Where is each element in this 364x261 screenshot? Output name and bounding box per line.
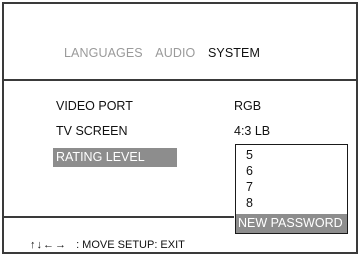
- setting-value-video-port: RGB: [234, 99, 262, 113]
- setup-menu: LANGUAGES AUDIO SYSTEM VIDEO PORT RGB TV…: [2, 2, 358, 254]
- dropdown-option-8[interactable]: 8: [246, 196, 253, 210]
- setting-label-rating-level[interactable]: RATING LEVEL: [56, 150, 145, 164]
- rating-level-dropdown[interactable]: 5 6 7 8 NEW PASSWORD: [235, 144, 348, 234]
- dropdown-option-6[interactable]: 6: [246, 164, 253, 178]
- dropdown-option-new-password[interactable]: NEW PASSWORD: [236, 214, 347, 233]
- move-hint: : MOVE: [76, 239, 115, 251]
- footer-hint: ↑↓←→ : MOVE SETUP: EXIT: [30, 239, 185, 251]
- setup-exit-hint: SETUP: EXIT: [117, 239, 185, 251]
- divider-bottom: [4, 216, 234, 218]
- tab-audio[interactable]: AUDIO: [155, 46, 195, 60]
- setting-label-tv-screen[interactable]: TV SCREEN: [56, 124, 128, 138]
- tab-languages[interactable]: LANGUAGES: [64, 46, 143, 60]
- divider-top: [4, 79, 356, 81]
- arrow-keys-icon: ↑↓←→: [30, 239, 67, 251]
- dropdown-option-7[interactable]: 7: [246, 180, 253, 194]
- tab-system[interactable]: SYSTEM: [208, 46, 260, 60]
- setting-label-video-port[interactable]: VIDEO PORT: [56, 99, 133, 113]
- setting-value-tv-screen: 4:3 LB: [234, 124, 271, 138]
- dropdown-option-5[interactable]: 5: [246, 148, 253, 162]
- tab-bar: LANGUAGES AUDIO SYSTEM: [64, 46, 269, 60]
